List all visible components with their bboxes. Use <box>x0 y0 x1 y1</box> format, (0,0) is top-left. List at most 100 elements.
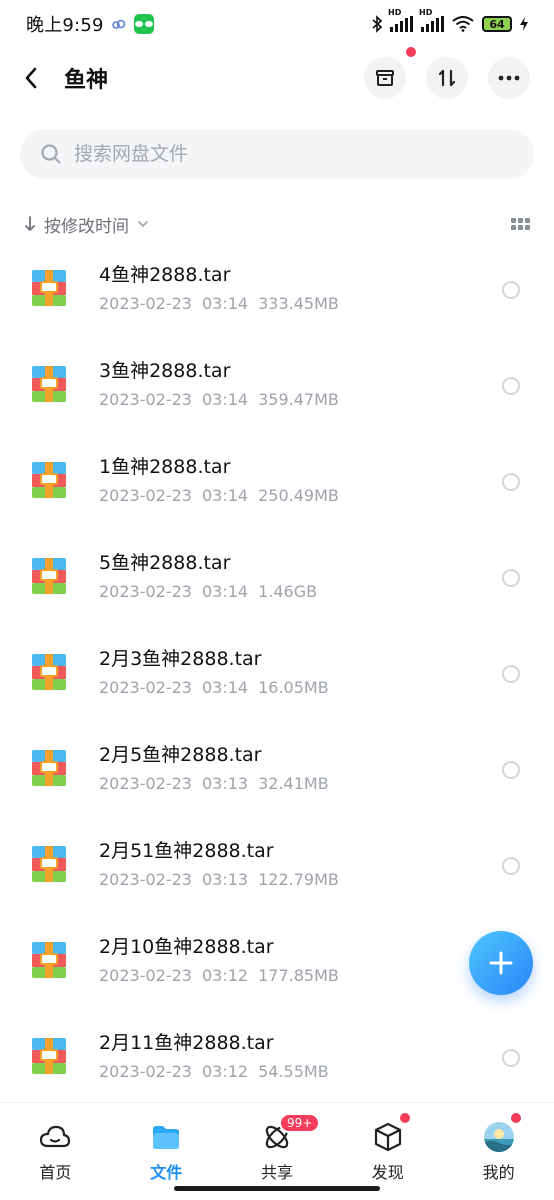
sort-toggle-button[interactable] <box>426 57 468 99</box>
archive-file-icon <box>30 556 68 596</box>
nav-label: 发现 <box>371 1163 404 1182</box>
file-info: 2月10鱼神2888.tar 2023-02-23 03:12 177.85MB <box>99 934 502 986</box>
select-radio[interactable] <box>502 665 520 683</box>
file-time: 03:14 <box>201 486 249 505</box>
file-row[interactable]: 5鱼神2888.tar 2023-02-23 03:14 1.46GB <box>0 528 554 624</box>
archive-file-icon <box>30 940 68 980</box>
grid-view-button[interactable] <box>511 218 530 230</box>
file-date: 2023-02-23 <box>99 678 192 697</box>
file-time: 03:14 <box>201 678 249 697</box>
select-radio[interactable] <box>502 569 520 587</box>
sort-row: 按修改时间 <box>24 204 530 244</box>
nav-item-me[interactable]: 我的 <box>443 1103 554 1200</box>
file-name: 2月51鱼神2888.tar <box>99 840 274 862</box>
archive-button[interactable] <box>364 47 416 99</box>
archive-file-icon <box>30 844 68 884</box>
notification-dot <box>510 1113 521 1123</box>
file-row[interactable]: 2月51鱼神2888.tar 2023-02-23 03:13 122.79MB <box>0 816 554 912</box>
select-radio[interactable] <box>502 1049 520 1067</box>
file-info: 2月11鱼神2888.tar 2023-02-23 03:12 54.55MB <box>99 1030 502 1082</box>
sort-dropdown[interactable]: 按修改时间 <box>24 212 149 237</box>
file-date: 2023-02-23 <box>99 1062 192 1081</box>
file-size: 359.47MB <box>258 390 339 409</box>
avatar-icon <box>483 1113 521 1153</box>
file-name: 1鱼神2888.tar <box>99 456 231 478</box>
file-size: 250.49MB <box>258 486 339 505</box>
home-indicator <box>174 1186 380 1191</box>
file-meta: 2023-02-23 03:12 54.55MB <box>99 1062 502 1082</box>
header: 鱼神 <box>0 47 554 104</box>
file-row[interactable]: 1鱼神2888.tar 2023-02-23 03:14 250.49MB <box>0 432 554 528</box>
chevron-left-icon <box>25 67 37 89</box>
file-name: 4鱼神2888.tar <box>99 264 231 286</box>
nav-label: 文件 <box>150 1163 183 1182</box>
file-meta: 2023-02-23 03:14 16.05MB <box>99 678 502 698</box>
file-info: 3鱼神2888.tar 2023-02-23 03:14 359.47MB <box>99 358 502 410</box>
battery-icon: 64 <box>482 16 512 32</box>
file-date: 2023-02-23 <box>99 966 192 985</box>
sort-arrows-icon <box>438 69 456 87</box>
charging-icon <box>520 17 528 31</box>
file-time: 03:12 <box>201 966 249 985</box>
search-bar[interactable] <box>20 129 534 179</box>
arrow-down-icon <box>25 216 35 231</box>
search-input[interactable] <box>74 143 474 165</box>
file-meta: 2023-02-23 03:14 250.49MB <box>99 486 502 506</box>
file-row[interactable]: 2月5鱼神2888.tar 2023-02-23 03:13 32.41MB <box>0 720 554 816</box>
file-size: 122.79MB <box>258 870 339 889</box>
file-row[interactable]: 3鱼神2888.tar 2023-02-23 03:14 359.47MB <box>0 336 554 432</box>
add-button[interactable] <box>469 931 533 995</box>
signal-1-icon: HD <box>388 8 413 32</box>
file-info: 4鱼神2888.tar 2023-02-23 03:14 333.45MB <box>99 262 502 314</box>
more-button[interactable] <box>488 57 530 99</box>
file-info: 2月3鱼神2888.tar 2023-02-23 03:14 16.05MB <box>99 646 502 698</box>
file-time: 03:13 <box>201 870 249 889</box>
file-meta: 2023-02-23 03:14 1.46GB <box>99 582 502 602</box>
file-meta: 2023-02-23 03:13 32.41MB <box>99 774 502 794</box>
file-meta: 2023-02-23 03:12 177.85MB <box>99 966 502 986</box>
file-size: 333.45MB <box>258 294 339 313</box>
file-size: 1.46GB <box>258 582 318 601</box>
archive-file-icon <box>30 1036 68 1076</box>
file-date: 2023-02-23 <box>99 486 192 505</box>
archive-file-icon <box>30 460 68 500</box>
select-radio[interactable] <box>502 473 520 491</box>
more-icon <box>498 75 520 81</box>
notification-dot <box>406 47 416 57</box>
file-time: 03:12 <box>201 1062 249 1081</box>
archive-file-icon <box>30 268 68 308</box>
page-title: 鱼神 <box>64 68 109 93</box>
file-row[interactable]: 2月11鱼神2888.tar 2023-02-23 03:12 54.55MB <box>0 1008 554 1104</box>
bluetooth-icon <box>372 15 382 33</box>
select-radio[interactable] <box>502 761 520 779</box>
cube-icon <box>372 1113 410 1153</box>
file-date: 2023-02-23 <box>99 582 192 601</box>
wechat-icon <box>133 14 154 34</box>
plus-icon <box>489 951 513 975</box>
signal-2-icon: HD <box>419 8 444 32</box>
select-radio[interactable] <box>502 377 520 395</box>
select-radio[interactable] <box>502 281 520 299</box>
back-button[interactable] <box>24 63 46 93</box>
status-right: HD HD 64 <box>372 8 528 33</box>
file-info: 2月51鱼神2888.tar 2023-02-23 03:13 122.79MB <box>99 838 502 890</box>
select-radio[interactable] <box>502 857 520 875</box>
file-size: 16.05MB <box>258 678 329 697</box>
cloud-icon <box>39 1121 71 1153</box>
nav-item-home[interactable]: 首页 <box>0 1103 111 1200</box>
file-date: 2023-02-23 <box>99 774 192 793</box>
file-row[interactable]: 2月3鱼神2888.tar 2023-02-23 03:14 16.05MB <box>0 624 554 720</box>
folder-icon <box>150 1121 182 1153</box>
file-meta: 2023-02-23 03:14 359.47MB <box>99 390 502 410</box>
file-row[interactable]: 4鱼神2888.tar 2023-02-23 03:14 333.45MB <box>0 240 554 336</box>
archive-icon <box>376 70 394 86</box>
file-info: 1鱼神2888.tar 2023-02-23 03:14 250.49MB <box>99 454 502 506</box>
nav-label: 我的 <box>482 1163 515 1182</box>
status-time: 晚上9:59 <box>26 15 104 36</box>
file-name: 2月11鱼神2888.tar <box>99 1032 274 1054</box>
sort-label: 按修改时间 <box>44 216 129 237</box>
file-meta: 2023-02-23 03:14 333.45MB <box>99 294 502 314</box>
file-time: 03:14 <box>201 582 249 601</box>
file-info: 2月5鱼神2888.tar 2023-02-23 03:13 32.41MB <box>99 742 502 794</box>
file-name: 2月5鱼神2888.tar <box>99 744 262 766</box>
